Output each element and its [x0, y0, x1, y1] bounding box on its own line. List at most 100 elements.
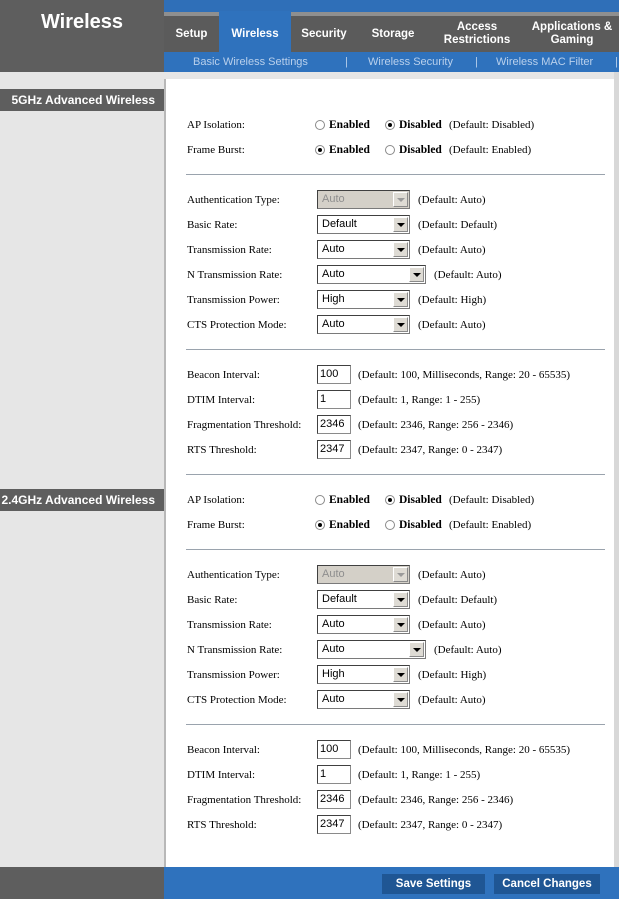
radio-button[interactable]: [385, 495, 395, 505]
chevron-down-icon[interactable]: [393, 242, 408, 257]
chevron-down-icon[interactable]: [393, 317, 408, 332]
transmission-rate-select[interactable]: Auto: [317, 240, 410, 259]
transmission-power-select[interactable]: High: [317, 290, 410, 309]
section-divider: [186, 174, 605, 175]
section-divider: [186, 349, 605, 350]
cts-protection-mode-default-hint: (Default: Auto): [418, 319, 486, 331]
beacon-interval-default-hint: (Default: 100, Milliseconds, Range: 20 -…: [358, 744, 571, 756]
select-value: Auto: [322, 193, 345, 205]
tab-access-restrictions[interactable]: Access Restrictions: [429, 16, 525, 52]
transmission-power-default-hint: (Default: High): [418, 669, 487, 681]
authentication-type-row: Authentication Type: Auto (Default: Auto…: [187, 565, 607, 584]
select-value: Auto: [322, 568, 345, 580]
radio-label: Disabled: [399, 119, 442, 131]
save-settings-button[interactable]: Save Settings: [382, 874, 485, 894]
select-value: Auto: [322, 693, 345, 705]
tab-setup[interactable]: Setup: [164, 16, 219, 52]
n-transmission-rate-select[interactable]: Auto: [317, 265, 426, 284]
chevron-down-icon[interactable]: [393, 617, 408, 632]
ap-isolation-label: AP Isolation:: [187, 119, 245, 131]
chevron-down-icon[interactable]: [393, 692, 408, 707]
frame-burst-enabled-option[interactable]: Enabled: [315, 519, 370, 531]
fragmentation-threshold-label: Fragmentation Threshold:: [187, 419, 302, 431]
rts-threshold-label: RTS Threshold:: [187, 819, 257, 831]
chevron-down-icon[interactable]: [409, 642, 424, 657]
transmission-rate-select[interactable]: Auto: [317, 615, 410, 634]
n-transmission-rate-select[interactable]: Auto: [317, 640, 426, 659]
basic-rate-select[interactable]: Default: [317, 590, 410, 609]
authentication-type-label: Authentication Type:: [187, 194, 280, 206]
select-value: Auto: [322, 643, 345, 655]
rts-threshold-input[interactable]: 2347: [317, 815, 351, 834]
basic-rate-label: Basic Rate:: [187, 594, 238, 606]
fragmentation-threshold-input[interactable]: 2346: [317, 415, 351, 434]
dtim-interval-input[interactable]: 1: [317, 390, 351, 409]
cancel-changes-button[interactable]: Cancel Changes: [494, 874, 600, 894]
tab-applications-gaming[interactable]: Applications & Gaming: [525, 16, 619, 52]
radio-button[interactable]: [315, 145, 325, 155]
chevron-down-icon[interactable]: [393, 192, 408, 207]
fragmentation-threshold-input[interactable]: 2346: [317, 790, 351, 809]
subnav-wireless-mac-filter[interactable]: Wireless MAC Filter: [496, 56, 593, 68]
frame-burst-disabled-option[interactable]: Disabled: [385, 519, 442, 531]
radio-label: Disabled: [399, 494, 442, 506]
chevron-down-icon[interactable]: [409, 267, 424, 282]
frame-burst-enabled-option[interactable]: Enabled: [315, 144, 370, 156]
cts-protection-mode-select[interactable]: Auto: [317, 315, 410, 334]
radio-button[interactable]: [385, 520, 395, 530]
section-divider: [186, 549, 605, 550]
basic-rate-select[interactable]: Default: [317, 215, 410, 234]
tab-security[interactable]: Security: [291, 16, 357, 52]
rts-threshold-row: RTS Threshold: 2347 (Default: 2347, Rang…: [187, 815, 607, 834]
ap-isolation-row: AP Isolation: Enabled Disabled (Default:…: [187, 116, 607, 134]
radio-button[interactable]: [315, 495, 325, 505]
chevron-down-icon[interactable]: [393, 217, 408, 232]
n-transmission-rate-row: N Transmission Rate: Auto (Default: Auto…: [187, 640, 607, 659]
radio-label: Enabled: [329, 494, 370, 506]
authentication-type-select[interactable]: Auto: [317, 190, 410, 209]
chevron-down-icon[interactable]: [393, 292, 408, 307]
radio-label: Enabled: [329, 144, 370, 156]
ap-isolation-enabled-option[interactable]: Enabled: [315, 119, 370, 131]
top-navigation: Setup Wireless Security Storage Access R…: [164, 0, 619, 72]
radio-button[interactable]: [315, 520, 325, 530]
authentication-type-default-hint: (Default: Auto): [418, 194, 486, 206]
dtim-interval-default-hint: (Default: 1, Range: 1 - 255): [358, 394, 481, 406]
chevron-down-icon[interactable]: [393, 667, 408, 682]
radio-button[interactable]: [385, 120, 395, 130]
subnav-separator: |: [345, 56, 348, 68]
beacon-interval-label: Beacon Interval:: [187, 744, 260, 756]
radio-label: Enabled: [329, 119, 370, 131]
frame-burst-label: Frame Burst:: [187, 144, 245, 156]
subnav-basic-wireless-settings[interactable]: Basic Wireless Settings: [193, 56, 308, 68]
ap-isolation-enabled-option[interactable]: Enabled: [315, 494, 370, 506]
select-value: Default: [322, 593, 357, 605]
authentication-type-select[interactable]: Auto: [317, 565, 410, 584]
transmission-rate-label: Transmission Rate:: [187, 619, 272, 631]
radio-button[interactable]: [385, 145, 395, 155]
frame-burst-disabled-option[interactable]: Disabled: [385, 144, 442, 156]
tab-wireless[interactable]: Wireless: [219, 11, 291, 52]
radio-button[interactable]: [315, 120, 325, 130]
dtim-interval-input[interactable]: 1: [317, 765, 351, 784]
transmission-power-select[interactable]: High: [317, 665, 410, 684]
transmission-power-label: Transmission Power:: [187, 669, 280, 681]
transmission-rate-default-hint: (Default: Auto): [418, 619, 486, 631]
chevron-down-icon[interactable]: [393, 567, 408, 582]
n-transmission-rate-default-hint: (Default: Auto): [434, 269, 502, 281]
beacon-interval-row: Beacon Interval: 100 (Default: 100, Mill…: [187, 365, 607, 384]
beacon-interval-input[interactable]: 100: [317, 365, 351, 384]
ap-isolation-disabled-option[interactable]: Disabled: [385, 119, 442, 131]
tab-storage[interactable]: Storage: [357, 16, 429, 52]
subnav-separator: |: [475, 56, 478, 68]
section-divider: [186, 724, 605, 725]
footer-left: [0, 867, 164, 899]
beacon-interval-input[interactable]: 100: [317, 740, 351, 759]
rts-threshold-input[interactable]: 2347: [317, 440, 351, 459]
radio-label: Disabled: [399, 519, 442, 531]
chevron-down-icon[interactable]: [393, 592, 408, 607]
section-title-24ghz: 2.4GHz Advanced Wireless: [0, 489, 164, 511]
subnav-wireless-security[interactable]: Wireless Security: [368, 56, 453, 68]
cts-protection-mode-select[interactable]: Auto: [317, 690, 410, 709]
ap-isolation-disabled-option[interactable]: Disabled: [385, 494, 442, 506]
